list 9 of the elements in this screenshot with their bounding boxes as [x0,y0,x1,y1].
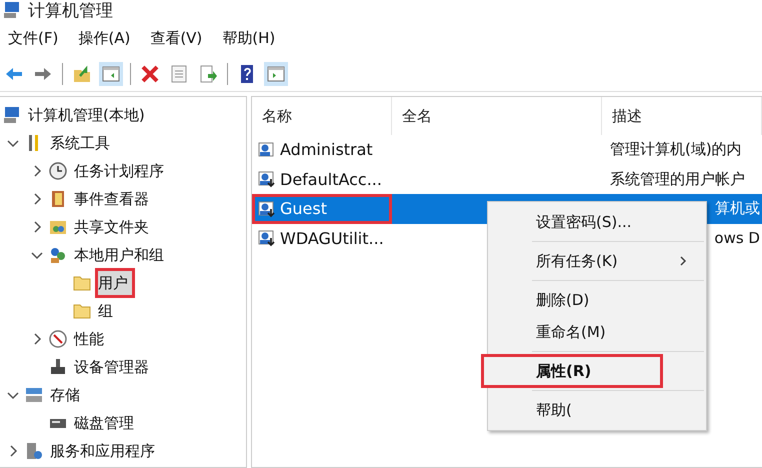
table-cell-text: 管理计算机(域)的内 [609,140,743,160]
table-cell-text: 算机或 [714,199,761,218]
table-cell: WDAGUtilit... [252,224,392,253]
table-cell: Guest [252,194,392,224]
table-cell: DefaultAcc... [252,164,392,194]
window-title: 计算机管理 [28,0,113,22]
table-cell-text: ows D [713,229,761,248]
table-cell-text: 系统管理的用户帐户 [609,170,746,189]
table-cell: Administrat [252,135,392,164]
